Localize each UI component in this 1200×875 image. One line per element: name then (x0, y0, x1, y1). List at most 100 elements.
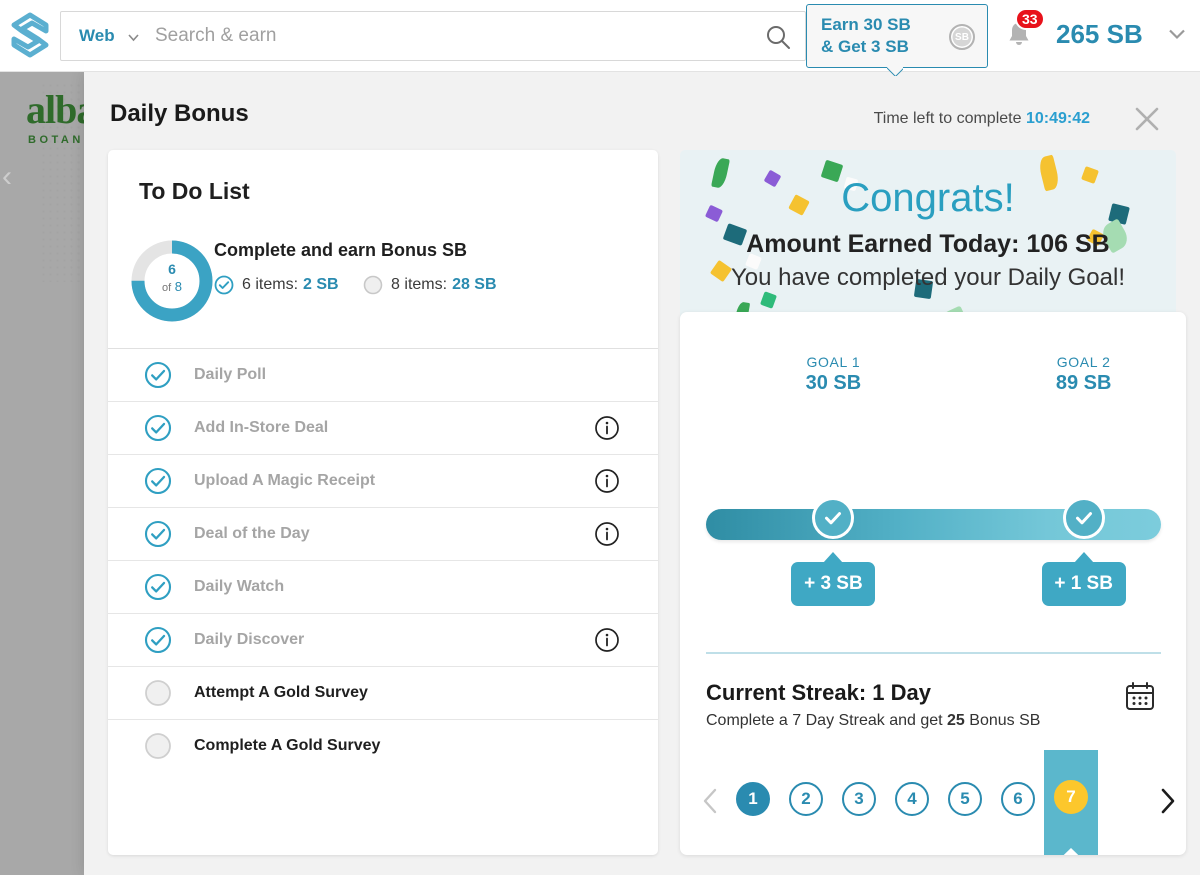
streak-description-prefix: Complete a 7 Day Streak and get (706, 712, 947, 729)
todo-item-label: Deal of the Day (194, 525, 310, 543)
daily-goal-complete-message: You have completed your Daily Goal! (680, 264, 1176, 292)
todo-item-1[interactable]: Daily Poll (108, 348, 658, 401)
bell-icon (1005, 37, 1033, 54)
daily-bonus-modal: Daily Bonus Time left to complete 10:49:… (84, 72, 1200, 875)
check-circle-icon (144, 520, 172, 548)
account-chevron-down-icon[interactable] (1168, 27, 1186, 41)
check-circle-icon (214, 275, 234, 295)
confetti-piece (760, 291, 777, 309)
goal-option-6-items-label: 6 items: (242, 276, 298, 294)
search-category-label[interactable]: Web (79, 26, 115, 46)
progress-ring-total-value: 8 (175, 279, 182, 294)
progress-ring-completed: 6 (126, 261, 218, 277)
streak-day-6[interactable]: 6 (1001, 782, 1035, 816)
info-icon[interactable] (594, 415, 620, 441)
search-bar: Web (60, 11, 806, 61)
progress-ring-total: of 8 (126, 279, 218, 294)
chevron-left-icon[interactable] (698, 786, 724, 816)
todo-item-5[interactable]: Daily Watch (108, 560, 658, 613)
streak-day-1[interactable]: 1 (736, 782, 770, 816)
progress-ring-of-label: of (162, 282, 171, 294)
congrats-headline: Congrats! (680, 176, 1176, 221)
todo-goal-options: 6 items: 2 SB 8 items: 28 SB (214, 275, 517, 299)
top-navigation-bar: Web Earn 30 SB & Get 3 SB SB (0, 0, 1200, 72)
todo-item-label: Daily Discover (194, 631, 304, 649)
streak-day-label: 7 (1054, 780, 1088, 814)
amount-earned-today: Amount Earned Today: 106 SB (680, 230, 1176, 259)
check-circle-icon (144, 573, 172, 601)
streak-description-suffix: Bonus SB (965, 712, 1041, 729)
streak-day-7-bookmark[interactable]: 7 (1044, 750, 1098, 848)
check-circle-icon (144, 414, 172, 442)
calendar-icon[interactable] (1124, 680, 1156, 712)
goals-and-streak-card: GOAL 1 30 SB GOAL 2 89 SB + 3 SB + 1 SB Curr… (680, 312, 1186, 855)
search-input[interactable] (155, 12, 755, 60)
todo-item-8[interactable]: Complete A Gold Survey (108, 719, 658, 772)
todo-item-label: Complete A Gold Survey (194, 737, 380, 755)
promo-tooltip[interactable]: Earn 30 SB & Get 3 SB SB (806, 4, 988, 68)
todo-item-label: Daily Watch (194, 578, 284, 596)
section-divider (706, 652, 1161, 654)
goal-bonus-tag-2: + 1 SB (1042, 562, 1126, 606)
goal-value: 89 SB (1014, 372, 1154, 395)
goal-option-6-items[interactable]: 6 items: 2 SB (214, 275, 339, 295)
time-left-status: Time left to complete 10:49:42 (874, 110, 1090, 128)
notifications-button[interactable]: 33 (1005, 20, 1035, 54)
time-left-label: Time left to complete (874, 110, 1022, 127)
search-icon[interactable] (765, 24, 791, 50)
time-left-value: 10:49:42 (1026, 110, 1090, 127)
todo-item-label: Attempt A Gold Survey (194, 684, 368, 702)
goal-value: 30 SB (763, 372, 903, 395)
info-icon[interactable] (594, 468, 620, 494)
carousel-prev-icon[interactable]: ‹ (2, 162, 12, 192)
todo-item-6[interactable]: Daily Discover (108, 613, 658, 666)
goal-labels: GOAL 1 30 SB GOAL 2 89 SB (680, 354, 1186, 400)
streak-day-5[interactable]: 5 (948, 782, 982, 816)
page-title: Daily Bonus (110, 100, 249, 128)
todo-item-list: Daily Poll Add In-Store Deal Upload A Ma… (108, 348, 658, 772)
streak-day-4[interactable]: 4 (895, 782, 929, 816)
streak-day-3[interactable]: 3 (842, 782, 876, 816)
streak-description: Complete a 7 Day Streak and get 25 Bonus… (706, 712, 1040, 730)
goal-option-6-items-amount: 2 SB (303, 276, 339, 294)
swagbucks-logo-icon[interactable] (8, 11, 52, 59)
todo-item-4[interactable]: Deal of the Day (108, 507, 658, 560)
promo-line-1: Earn 30 SB (821, 14, 941, 36)
page-root: ‹ alba BOTANI Web Earn 30 (0, 0, 1200, 875)
todo-list-card: To Do List 6 of 8 Complete and earn Bonu… (108, 150, 658, 855)
goal-title: GOAL 2 (1014, 354, 1154, 370)
streak-day-pager: 1234567 (692, 772, 1182, 828)
empty-circle-icon (144, 732, 172, 760)
streak-bonus-amount: 25 (947, 712, 965, 729)
empty-circle-icon (144, 679, 172, 707)
close-icon[interactable] (1132, 104, 1162, 134)
progress-ring: 6 of 8 (126, 235, 218, 327)
chevron-right-icon[interactable] (1154, 786, 1180, 816)
promo-line-2: & Get 3 SB (821, 36, 941, 58)
info-icon[interactable] (594, 627, 620, 653)
check-circle-icon (144, 467, 172, 495)
todo-item-label: Upload A Magic Receipt (194, 472, 375, 490)
todo-item-7[interactable]: Attempt A Gold Survey (108, 666, 658, 719)
sb-balance[interactable]: 265 SB (1056, 19, 1143, 50)
info-icon[interactable] (594, 521, 620, 547)
ad-brand-tagline: BOTANI (28, 134, 90, 146)
promo-tooltip-tail (887, 67, 903, 76)
goal-option-8-items-label: 8 items: (391, 276, 447, 294)
goal-option-8-items[interactable]: 8 items: 28 SB (363, 275, 496, 295)
todo-list-title: To Do List (139, 178, 250, 205)
todo-goal-heading: Complete and earn Bonus SB (214, 240, 467, 261)
todo-item-3[interactable]: Upload A Magic Receipt (108, 454, 658, 507)
notification-count-badge: 33 (1015, 8, 1045, 30)
check-circle-icon (144, 626, 172, 654)
goal-title: GOAL 1 (763, 354, 903, 370)
goal-bonus-tag-1: + 3 SB (791, 562, 875, 606)
empty-circle-icon (363, 275, 383, 295)
chevron-down-icon[interactable] (127, 31, 140, 44)
streak-day-2[interactable]: 2 (789, 782, 823, 816)
promo-text: Earn 30 SB & Get 3 SB (821, 14, 941, 58)
current-streak-title: Current Streak: 1 Day (706, 680, 931, 706)
todo-item-2[interactable]: Add In-Store Deal (108, 401, 658, 454)
todo-item-label: Add In-Store Deal (194, 419, 328, 437)
goal-milestone-2-check-circle-icon (1063, 497, 1105, 539)
